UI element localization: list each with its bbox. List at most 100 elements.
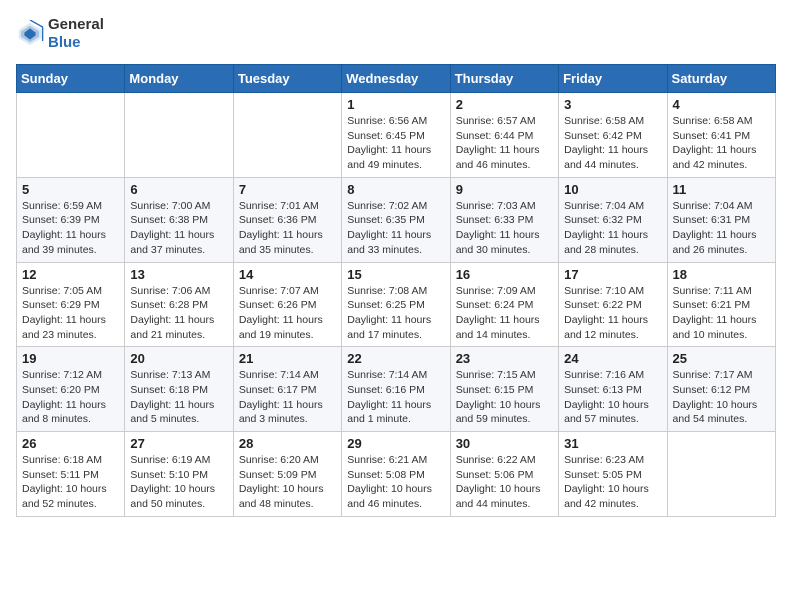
calendar-cell: 9 Sunrise: 7:03 AM Sunset: 6:33 PM Daylig… [450, 177, 558, 262]
day-info: Sunrise: 6:58 AM Sunset: 6:41 PM Dayligh… [673, 114, 770, 173]
weekday-header-row: SundayMondayTuesdayWednesdayThursdayFrid… [17, 65, 776, 93]
calendar-cell [125, 93, 233, 178]
day-info: Sunrise: 7:05 AM Sunset: 6:29 PM Dayligh… [22, 284, 119, 343]
day-number: 10 [564, 182, 661, 197]
logo-icon [16, 20, 44, 48]
calendar-week-2: 5 Sunrise: 6:59 AM Sunset: 6:39 PM Daylig… [17, 177, 776, 262]
day-info: Sunrise: 6:59 AM Sunset: 6:39 PM Dayligh… [22, 199, 119, 258]
day-number: 20 [130, 351, 227, 366]
calendar-week-1: 1Sunrise: 6:56 AM Sunset: 6:45 PM Daylig… [17, 93, 776, 178]
calendar-cell: 31Sunrise: 6:23 AM Sunset: 5:05 PM Dayli… [559, 432, 667, 517]
day-info: Sunrise: 6:19 AM Sunset: 5:10 PM Dayligh… [130, 453, 227, 512]
day-number: 6 [130, 182, 227, 197]
calendar-cell: 11 Sunrise: 7:04 AM Sunset: 6:31 PM Dayli… [667, 177, 775, 262]
day-number: 27 [130, 436, 227, 451]
weekday-header-saturday: Saturday [667, 65, 775, 93]
day-info: Sunrise: 6:21 AM Sunset: 5:08 PM Dayligh… [347, 453, 444, 512]
day-number: 24 [564, 351, 661, 366]
calendar-cell: 29 Sunrise: 6:21 AM Sunset: 5:08 PM Dayli… [342, 432, 450, 517]
day-info: Sunrise: 7:12 AM Sunset: 6:20 PM Dayligh… [22, 368, 119, 427]
day-info: Sunrise: 7:07 AM Sunset: 6:26 PM Dayligh… [239, 284, 336, 343]
day-info: Sunrise: 7:13 AM Sunset: 6:18 PM Dayligh… [130, 368, 227, 427]
logo: General Blue [16, 16, 104, 52]
day-number: 2 [456, 97, 553, 112]
day-number: 23 [456, 351, 553, 366]
day-info: Sunrise: 7:00 AM Sunset: 6:38 PM Dayligh… [130, 199, 227, 258]
day-info: Sunrise: 7:11 AM Sunset: 6:21 PM Dayligh… [673, 284, 770, 343]
calendar-cell: 1Sunrise: 6:56 AM Sunset: 6:45 PM Daylig… [342, 93, 450, 178]
calendar-cell: 2 Sunrise: 6:57 AM Sunset: 6:44 PM Daylig… [450, 93, 558, 178]
day-number: 26 [22, 436, 119, 451]
calendar-cell: 12 Sunrise: 7:05 AM Sunset: 6:29 PM Dayli… [17, 262, 125, 347]
calendar-cell: 13Sunrise: 7:06 AM Sunset: 6:28 PM Dayli… [125, 262, 233, 347]
day-info: Sunrise: 7:04 AM Sunset: 6:31 PM Dayligh… [673, 199, 770, 258]
day-number: 19 [22, 351, 119, 366]
day-info: Sunrise: 7:14 AM Sunset: 6:16 PM Dayligh… [347, 368, 444, 427]
day-info: Sunrise: 6:57 AM Sunset: 6:44 PM Dayligh… [456, 114, 553, 173]
day-number: 1 [347, 97, 444, 112]
calendar-cell: 27 Sunrise: 6:19 AM Sunset: 5:10 PM Dayli… [125, 432, 233, 517]
day-info: Sunrise: 7:03 AM Sunset: 6:33 PM Dayligh… [456, 199, 553, 258]
day-number: 3 [564, 97, 661, 112]
day-number: 5 [22, 182, 119, 197]
day-number: 16 [456, 267, 553, 282]
day-info: Sunrise: 7:15 AM Sunset: 6:15 PM Dayligh… [456, 368, 553, 427]
day-info: Sunrise: 6:23 AM Sunset: 5:05 PM Dayligh… [564, 453, 661, 512]
calendar-cell: 20 Sunrise: 7:13 AM Sunset: 6:18 PM Dayli… [125, 347, 233, 432]
weekday-header-wednesday: Wednesday [342, 65, 450, 93]
calendar-cell: 4 Sunrise: 6:58 AM Sunset: 6:41 PM Daylig… [667, 93, 775, 178]
logo-text: General Blue [48, 16, 104, 52]
day-number: 14 [239, 267, 336, 282]
day-number: 12 [22, 267, 119, 282]
day-info: Sunrise: 7:10 AM Sunset: 6:22 PM Dayligh… [564, 284, 661, 343]
calendar-cell: 25Sunrise: 7:17 AM Sunset: 6:12 PM Dayli… [667, 347, 775, 432]
day-number: 21 [239, 351, 336, 366]
day-info: Sunrise: 6:18 AM Sunset: 5:11 PM Dayligh… [22, 453, 119, 512]
weekday-header-monday: Monday [125, 65, 233, 93]
calendar-cell: 10Sunrise: 7:04 AM Sunset: 6:32 PM Dayli… [559, 177, 667, 262]
calendar-week-5: 26 Sunrise: 6:18 AM Sunset: 5:11 PM Dayli… [17, 432, 776, 517]
day-info: Sunrise: 7:01 AM Sunset: 6:36 PM Dayligh… [239, 199, 336, 258]
calendar-cell: 8 Sunrise: 7:02 AM Sunset: 6:35 PM Daylig… [342, 177, 450, 262]
day-number: 28 [239, 436, 336, 451]
calendar-cell: 30Sunrise: 6:22 AM Sunset: 5:06 PM Dayli… [450, 432, 558, 517]
weekday-header-thursday: Thursday [450, 65, 558, 93]
day-info: Sunrise: 6:58 AM Sunset: 6:42 PM Dayligh… [564, 114, 661, 173]
logo-general: General [48, 16, 104, 33]
calendar-cell: 18 Sunrise: 7:11 AM Sunset: 6:21 PM Dayli… [667, 262, 775, 347]
day-number: 30 [456, 436, 553, 451]
calendar-cell: 17 Sunrise: 7:10 AM Sunset: 6:22 PM Dayli… [559, 262, 667, 347]
day-number: 11 [673, 182, 770, 197]
calendar-cell: 24 Sunrise: 7:16 AM Sunset: 6:13 PM Dayli… [559, 347, 667, 432]
weekday-header-friday: Friday [559, 65, 667, 93]
logo-blue: Blue [48, 34, 81, 51]
day-number: 8 [347, 182, 444, 197]
weekday-header-tuesday: Tuesday [233, 65, 341, 93]
day-number: 4 [673, 97, 770, 112]
calendar-cell: 7 Sunrise: 7:01 AM Sunset: 6:36 PM Daylig… [233, 177, 341, 262]
day-number: 18 [673, 267, 770, 282]
day-number: 22 [347, 351, 444, 366]
calendar-cell [667, 432, 775, 517]
calendar-cell: 15 Sunrise: 7:08 AM Sunset: 6:25 PM Dayli… [342, 262, 450, 347]
day-number: 15 [347, 267, 444, 282]
day-number: 13 [130, 267, 227, 282]
calendar-cell: 19 Sunrise: 7:12 AM Sunset: 6:20 PM Dayli… [17, 347, 125, 432]
calendar-cell [233, 93, 341, 178]
calendar-cell: 23 Sunrise: 7:15 AM Sunset: 6:15 PM Dayli… [450, 347, 558, 432]
day-info: Sunrise: 7:02 AM Sunset: 6:35 PM Dayligh… [347, 199, 444, 258]
day-info: Sunrise: 7:08 AM Sunset: 6:25 PM Dayligh… [347, 284, 444, 343]
day-number: 17 [564, 267, 661, 282]
calendar-week-4: 19 Sunrise: 7:12 AM Sunset: 6:20 PM Dayli… [17, 347, 776, 432]
day-number: 7 [239, 182, 336, 197]
calendar-cell: 14 Sunrise: 7:07 AM Sunset: 6:26 PM Dayli… [233, 262, 341, 347]
calendar-cell: 16Sunrise: 7:09 AM Sunset: 6:24 PM Dayli… [450, 262, 558, 347]
day-info: Sunrise: 6:20 AM Sunset: 5:09 PM Dayligh… [239, 453, 336, 512]
day-info: Sunrise: 7:16 AM Sunset: 6:13 PM Dayligh… [564, 368, 661, 427]
day-number: 9 [456, 182, 553, 197]
calendar-table: SundayMondayTuesdayWednesdayThursdayFrid… [16, 64, 776, 517]
day-number: 29 [347, 436, 444, 451]
calendar-cell: 22 Sunrise: 7:14 AM Sunset: 6:16 PM Dayli… [342, 347, 450, 432]
calendar-cell: 5 Sunrise: 6:59 AM Sunset: 6:39 PM Daylig… [17, 177, 125, 262]
day-number: 25 [673, 351, 770, 366]
